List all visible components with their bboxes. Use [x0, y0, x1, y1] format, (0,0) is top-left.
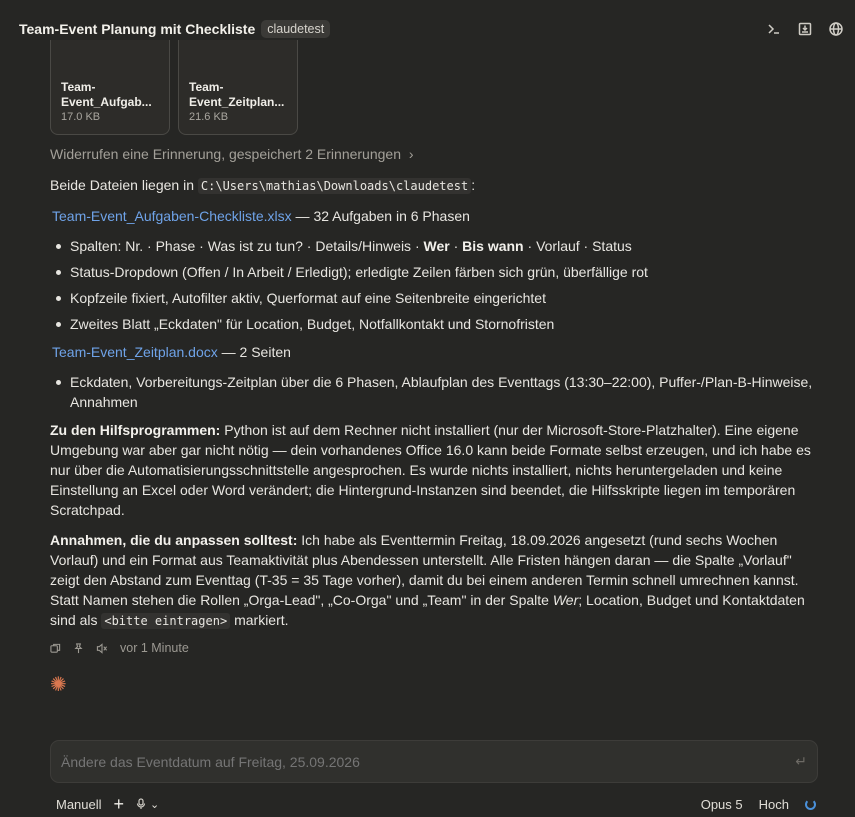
terminal-icon[interactable] [764, 19, 783, 38]
chevron-right-icon: › [408, 146, 414, 162]
chat-input[interactable] [61, 753, 796, 770]
file-name-line2: Event_Aufgab... [61, 95, 152, 109]
tools-label: Zu den Hilfsprogrammen: [50, 422, 221, 438]
plus-icon[interactable]: + [114, 795, 125, 813]
bullet-text: · Vorlauf · Status [523, 238, 632, 254]
bottom-toolbar: Manuell + ⌄ Opus 5 Hoch [56, 794, 816, 814]
timestamp: vor 1 Minute [120, 641, 189, 655]
file-card-xlsx[interactable]: Team- Event_Aufgab... 17.0 KB [50, 40, 170, 135]
assumptions-italic: Wer [552, 592, 579, 608]
list-item: Eckdaten, Vorbereitungs-Zeitplan über di… [50, 372, 815, 412]
bullet-bold: Wer [423, 238, 450, 254]
memory-notice[interactable]: Widerrufen eine Erinnerung, gespeichert … [50, 145, 815, 163]
list-item: Spalten: Nr. · Phase · Was ist zu tun? ·… [50, 236, 815, 256]
file1-heading: Team-Event_Aufgaben-Checkliste.xlsx — 32… [50, 206, 815, 226]
file1-desc: — 32 Aufgaben in 6 Phasen [291, 208, 470, 224]
file-name-line1: Team- [61, 80, 96, 94]
bullet-bold: Bis wann [462, 238, 524, 254]
enter-icon[interactable]: ↵ [795, 753, 807, 770]
attachment-list: Team- Event_Aufgab... 17.0 KB Team- Even… [50, 40, 298, 135]
file-size: 17.0 KB [61, 111, 101, 123]
microphone-icon[interactable]: ⌄ [136, 798, 159, 811]
chevron-down-icon[interactable]: ⌄ [150, 798, 159, 811]
assumptions-text: markiert. [230, 612, 289, 628]
list-item: Zweites Blatt „Eckdaten" für Location, B… [50, 314, 815, 334]
memory-text: Widerrufen eine Erinnerung, gespeichert … [50, 146, 401, 162]
bullet-sep: · [449, 238, 463, 254]
bullet-text: Spalten: Nr. · Phase · Was ist zu tun? ·… [70, 238, 424, 254]
file2-bullets: Eckdaten, Vorbereitungs-Zeitplan über di… [50, 372, 815, 412]
intro-text: Beide Dateien liegen in [50, 177, 198, 193]
list-item: Status-Dropdown (Offen / In Arbeit / Erl… [50, 262, 815, 282]
folder-path: C:\Users\mathias\Downloads\claudetest [197, 178, 472, 194]
globe-icon[interactable] [826, 19, 845, 38]
page-title: Team-Event Planung mit Checkliste [19, 21, 256, 37]
assumptions-paragraph: Annahmen, die du anpassen solltest: Ich … [50, 530, 815, 631]
archive-icon[interactable] [795, 19, 814, 38]
sparkle-icon: ✺ [50, 674, 67, 696]
file2-heading: Team-Event_Zeitplan.docx — 2 Seiten [50, 342, 815, 362]
speaker-icon[interactable] [96, 642, 108, 654]
copy-icon[interactable] [50, 643, 61, 654]
loading-spinner-icon [805, 798, 816, 810]
model-selector[interactable]: Opus 5 [701, 797, 743, 812]
assumptions-label: Annahmen, die du anpassen solltest: [50, 532, 298, 548]
file1-link[interactable]: Team-Event_Aufgaben-Checkliste.xlsx [52, 208, 292, 224]
file-card-docx[interactable]: Team- Event_Zeitplan... 21.6 KB [178, 40, 298, 135]
file-name-line1: Team- [189, 80, 224, 94]
chat-input-box[interactable]: ↵ [50, 740, 818, 783]
intro-paragraph: Beide Dateien liegen in C:\Users\mathias… [50, 175, 815, 196]
placeholder-code: <bitte eintragen> [101, 613, 231, 629]
pin-icon[interactable] [73, 642, 84, 654]
mode-selector[interactable]: Manuell [56, 797, 102, 812]
project-badge[interactable]: claudetest [261, 20, 331, 38]
list-item: Kopfzeile fixiert, Autofilter aktiv, Que… [50, 288, 815, 308]
top-icons [764, 19, 845, 38]
file2-desc: — 2 Seiten [217, 344, 291, 360]
effort-selector[interactable]: Hoch [759, 797, 789, 812]
assistant-message: Widerrufen eine Erinnerung, gespeichert … [50, 145, 815, 655]
file1-bullets: Spalten: Nr. · Phase · Was ist zu tun? ·… [50, 236, 815, 334]
file2-link[interactable]: Team-Event_Zeitplan.docx [52, 344, 218, 360]
file-name-line2: Event_Zeitplan... [189, 95, 285, 109]
file-size: 21.6 KB [189, 111, 229, 123]
message-actions: vor 1 Minute [50, 641, 815, 655]
intro-colon: : [471, 177, 476, 193]
tools-paragraph: Zu den Hilfsprogrammen: Python ist auf d… [50, 420, 815, 520]
